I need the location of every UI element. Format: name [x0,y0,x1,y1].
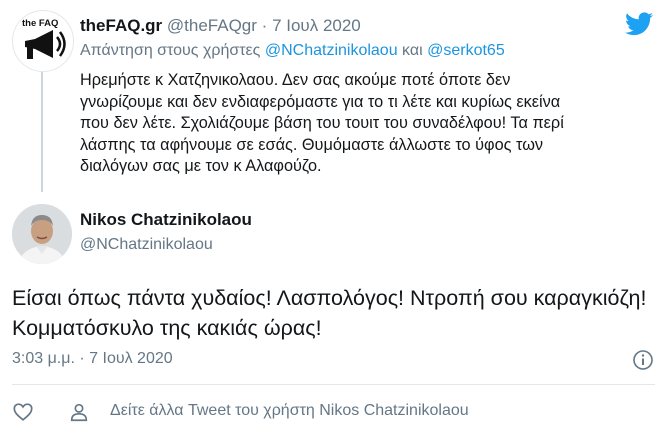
avatar-label: the FAQ [22,18,58,29]
more-tweets-link[interactable]: Δείτε άλλα Tweet του χρήστη Nikos Chatzi… [110,402,469,420]
reply-prefix: Απάντηση στους χρήστες [80,42,261,59]
main-tweet-text: Είσαι όπως πάντα χυδαίος! Λασπολόγος! Ντ… [12,286,647,340]
mention-link[interactable]: @NChatzinikolaou [265,42,398,59]
author-name[interactable]: Nikos Chatzinikolaou [80,210,252,230]
thread-connector-line [41,72,43,192]
profile-photo [12,204,72,264]
info-icon[interactable] [632,349,654,371]
mention-link[interactable]: @serkot65 [427,42,505,59]
author-name[interactable]: theFAQ.gr [80,16,162,35]
parent-tweet-header: theFAQ.gr @theFAQgr · 7 Ιουλ 2020 [80,16,361,36]
reply-context: Απάντηση στους χρήστες @NChatzinikolaou … [80,42,505,60]
tweet-timestamp[interactable]: 3:03 μ.μ. · 7 Ιουλ 2020 [12,350,173,368]
person-icon[interactable] [68,401,90,423]
twitter-bird-icon[interactable] [625,12,653,36]
avatar-thefaq[interactable]: the FAQ [12,10,74,72]
heart-icon[interactable] [12,401,34,423]
parent-tweet-text: Ηρεμήστε κ Χατζηνικολαου. Δεν σας ακούμε… [80,71,564,175]
avatar-nikos-chatzinikolaou[interactable] [12,204,72,264]
tweet-date[interactable]: 7 Ιουλ 2020 [272,16,361,35]
author-handle[interactable]: @theFAQgr [167,16,257,35]
megaphone-icon: the FAQ [22,18,66,59]
author-handle[interactable]: @NChatzinikolaou [80,236,213,254]
separator-dot: · [261,16,268,35]
reply-joiner: και [402,42,423,59]
divider [12,384,655,385]
tweet-date[interactable]: 7 Ιουλ 2020 [89,350,172,367]
tweet-time[interactable]: 3:03 μ.μ. [12,350,75,367]
separator-dot: · [79,350,85,367]
